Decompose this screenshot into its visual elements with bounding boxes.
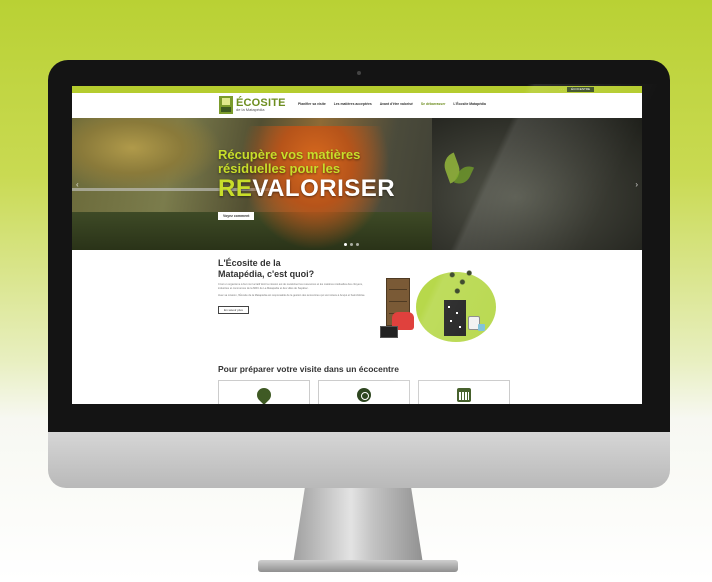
monitor-base <box>258 560 458 572</box>
objects-illustration <box>372 258 506 350</box>
about-title: L'Écosite de la Matapédia, c'est quoi? <box>218 258 368 279</box>
about-title-line-1: L'Écosite de la <box>218 258 281 268</box>
hero-photo-tarp <box>432 118 642 250</box>
calendar-icon <box>457 388 471 402</box>
nav-item-matieres[interactable]: Les matières acceptées <box>334 102 372 106</box>
about-section: L'Écosite de la Matapédia, c'est quoi? C'… <box>218 258 368 316</box>
logo[interactable]: ÉCOSITE de la Matapédia <box>219 95 286 115</box>
nav-item-ecosite[interactable]: L'Écosite Matapédia <box>453 102 485 106</box>
mug-icon <box>478 324 485 331</box>
top-bar: · · · ÉCOCENTRE <box>72 86 642 93</box>
hero-big-rest: VALORISER <box>252 175 396 202</box>
ecocentre-button[interactable]: ÉCOCENTRE <box>567 87 594 92</box>
about-paragraph: Avec sa mission, l'Écosite de la Matapéd… <box>218 294 366 298</box>
hero-line-1: Récupère vos matières <box>218 147 361 162</box>
nav-item-valorise[interactable]: Avant d'être valorisé <box>380 102 413 106</box>
monitor-stand <box>293 488 423 560</box>
nav-menu: Planifier sa visite Les matières accepté… <box>298 102 486 106</box>
carousel-next-icon[interactable]: › <box>635 180 638 189</box>
tv-icon <box>380 326 398 338</box>
visit-card-calendar[interactable] <box>418 380 510 404</box>
hero-headline: Récupère vos matières résiduelles pour l… <box>218 148 395 202</box>
main-nav: ÉCOSITE de la Matapédia Planifier sa vis… <box>72 93 642 118</box>
logo-mark-icon <box>219 96 233 114</box>
hero-big-prefix: RE <box>218 175 253 202</box>
carousel-dot[interactable] <box>350 243 353 246</box>
location-pin-icon <box>254 385 274 404</box>
hero-line-2: résiduelles pour les <box>218 161 341 176</box>
carousel-dot[interactable] <box>356 243 359 246</box>
about-title-line-2: Matapédia, c'est quoi? <box>218 268 315 279</box>
carousel-dot[interactable] <box>344 243 347 246</box>
learn-more-button[interactable]: En savoir plus <box>218 305 249 314</box>
top-bar-links[interactable]: · · · <box>559 87 564 91</box>
hero-banner: Récupère vos matières résiduelles pour l… <box>72 118 642 250</box>
hero-cta-button[interactable]: Voyez comment <box>218 212 255 220</box>
carousel-prev-icon[interactable]: ‹ <box>76 180 79 189</box>
about-paragraph: C'est un organisme à but non lucratif do… <box>218 283 363 290</box>
nav-item-debarrasser[interactable]: Se débarrasser <box>421 102 446 106</box>
hero-photo-trees <box>72 118 222 193</box>
visit-card-location[interactable] <box>218 380 310 404</box>
logo-title: ÉCOSITE <box>236 96 286 109</box>
carousel-dots <box>344 243 359 246</box>
website-screen: · · · ÉCOCENTRE ÉCOSITE de la Matapédia … <box>72 86 642 404</box>
plant-icon <box>442 264 476 300</box>
visit-cards <box>218 380 510 404</box>
visit-card-recycle[interactable] <box>318 380 410 404</box>
camera-icon <box>357 71 361 75</box>
speaker-icon <box>444 300 466 336</box>
visit-section-title: Pour préparer votre visite dans un écoce… <box>218 364 399 374</box>
hero-big-word: REVALORISER <box>218 176 395 202</box>
nav-item-planifier[interactable]: Planifier sa visite <box>298 102 326 106</box>
recycle-icon <box>357 388 371 402</box>
monitor-chin <box>48 432 670 488</box>
